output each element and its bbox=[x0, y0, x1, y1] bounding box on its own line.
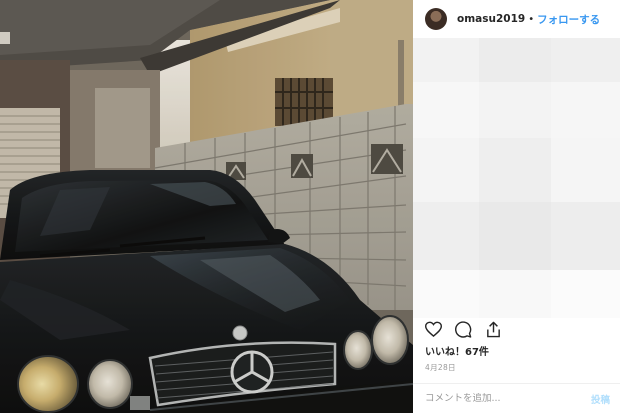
comment-input[interactable] bbox=[425, 393, 591, 404]
comment-button[interactable] bbox=[453, 319, 473, 339]
username-link[interactable]: omasu2019 bbox=[457, 13, 525, 25]
post-comment-button[interactable]: 投稿 bbox=[591, 392, 610, 406]
comment-bar: 投稿 bbox=[413, 383, 620, 413]
avatar[interactable] bbox=[425, 8, 447, 30]
comments-area-pixelated bbox=[413, 38, 620, 318]
share-button[interactable] bbox=[483, 319, 503, 339]
post-photo[interactable] bbox=[0, 0, 413, 413]
post-actions bbox=[423, 319, 503, 339]
speech-bubble-icon bbox=[454, 320, 471, 338]
follow-button[interactable]: フォローする bbox=[537, 12, 600, 27]
post-date[interactable]: 4月28日 bbox=[425, 362, 456, 373]
like-count[interactable]: いいね！67件 bbox=[425, 343, 489, 358]
post-header: omasu2019 • フォローする bbox=[413, 0, 620, 38]
post-side-panel: omasu2019 • フォローする いいね！67件 4月28日 コメントを追加… bbox=[413, 0, 620, 413]
instagram-post: omasu2019 • フォローする いいね！67件 4月28日 コメントを追加… bbox=[0, 0, 620, 413]
share-arrow-icon bbox=[486, 321, 500, 337]
separator-dot: • bbox=[528, 13, 535, 25]
like-button[interactable] bbox=[423, 319, 443, 339]
car-photo-illustration bbox=[0, 0, 413, 413]
heart-icon bbox=[424, 321, 442, 337]
